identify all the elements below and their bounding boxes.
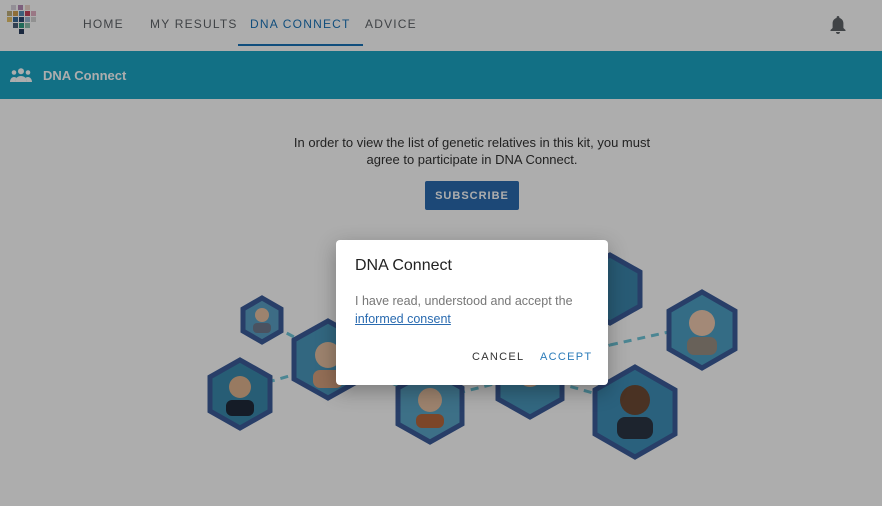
cancel-button[interactable]: CANCEL (472, 351, 524, 363)
dialog-title: DNA Connect (355, 257, 452, 274)
accept-button[interactable]: ACCEPT (540, 351, 592, 363)
dialog-body-text: I have read, understood and accept the (355, 294, 573, 308)
consent-dialog: DNA Connect I have read, understood and … (336, 240, 608, 385)
informed-consent-link[interactable]: informed consent (355, 312, 451, 326)
dialog-body: I have read, understood and accept the i… (355, 292, 595, 328)
